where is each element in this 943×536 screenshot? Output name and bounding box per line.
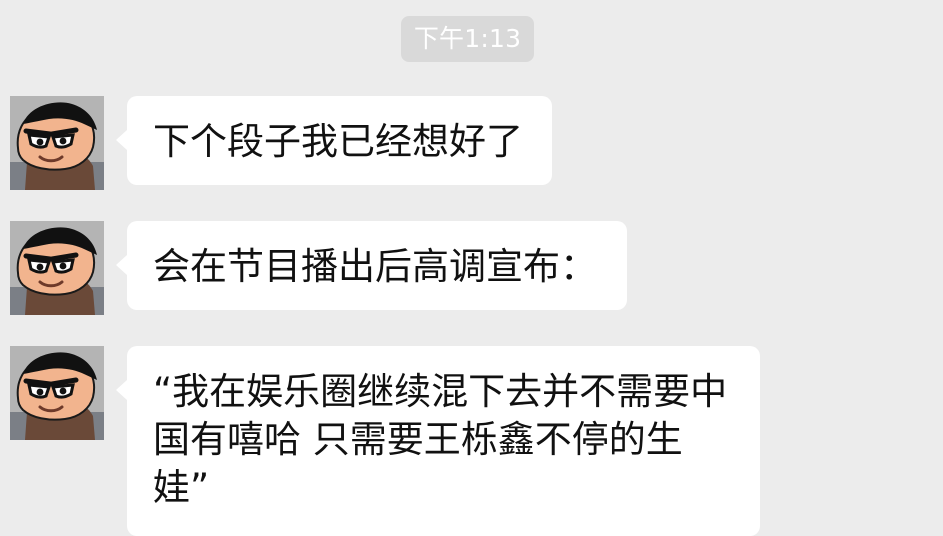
chat-message-bubble[interactable]: 会在节目播出后高调宣布： (116, 221, 627, 310)
timestamp-badge: 下午1:13 (401, 16, 534, 62)
cartoon-avatar-icon[interactable] (10, 96, 104, 190)
cartoon-avatar-icon[interactable] (10, 346, 104, 440)
cartoon-avatar-icon[interactable] (10, 221, 104, 315)
chat-message-bubble[interactable]: “我在娱乐圈继续混下去并不需要中国有嘻哈 只需要王栎鑫不停的生娃” (116, 346, 760, 536)
chat-message-bubble[interactable]: 下个段子我已经想好了 (116, 96, 552, 185)
